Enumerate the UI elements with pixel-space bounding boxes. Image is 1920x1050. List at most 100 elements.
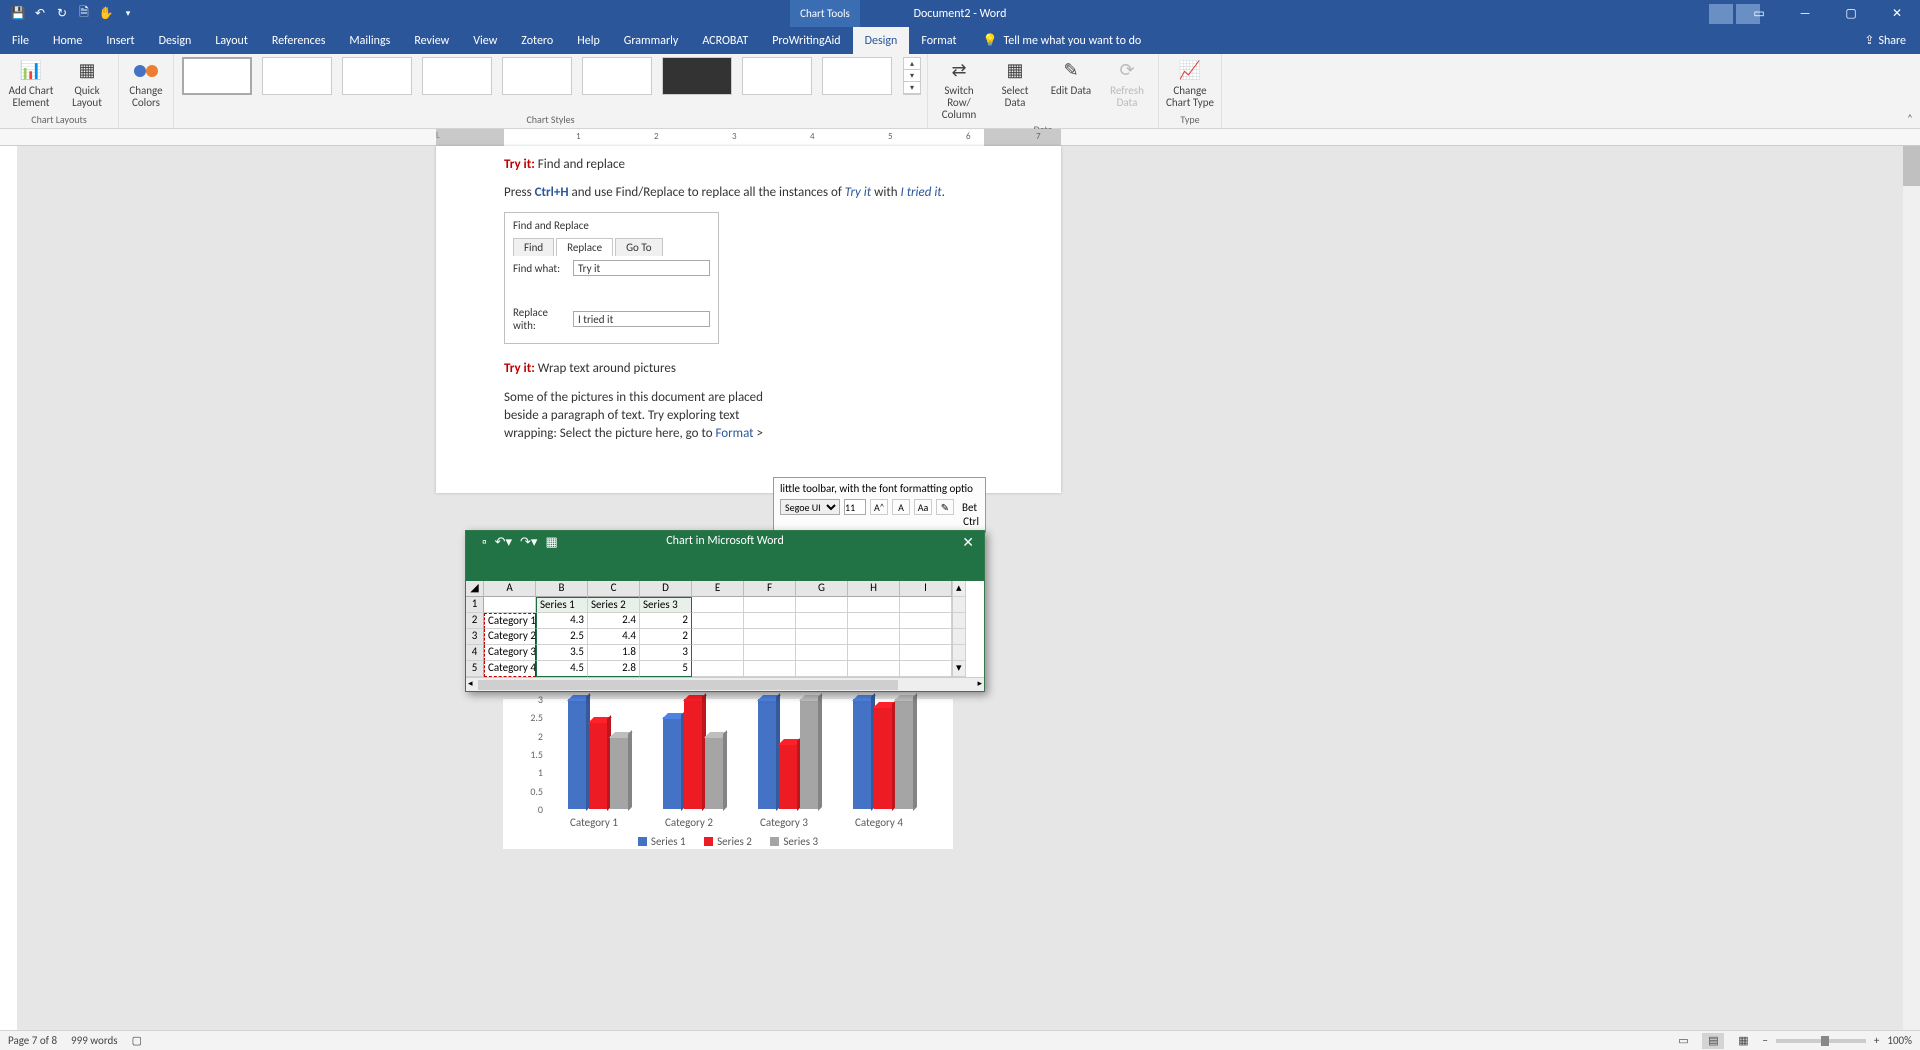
excel-grid[interactable]: ◢ABCDEFGHI▴1Series 1Series 2Series 32Cat… — [466, 581, 984, 677]
try-it-heading: Try it: — [504, 361, 535, 376]
tab-layout[interactable]: Layout — [203, 27, 260, 54]
select-data-button[interactable]: ▦Select Data — [990, 57, 1040, 109]
page-count[interactable]: Page 7 of 8 — [8, 1034, 57, 1047]
ribbon-options-icon[interactable]: ▭ — [1736, 0, 1782, 27]
excel-redo-icon[interactable]: ↷▾ — [520, 535, 537, 550]
quick-access-toolbar: 💾 ↶ ↻ 🗎 ✋ ▾ — [0, 6, 136, 22]
quick-layout-button[interactable]: ▦ Quick Layout — [62, 57, 112, 109]
document-area: L 1 2 3 4 5 6 7 Try it: Find and replace… — [0, 129, 1920, 1030]
chart-style-7[interactable] — [662, 57, 732, 95]
redo-icon[interactable]: ↻ — [54, 6, 70, 22]
tab-insert[interactable]: Insert — [94, 27, 146, 54]
chart-type-icon: 📈 — [1178, 59, 1202, 83]
tab-mailings[interactable]: Mailings — [337, 27, 402, 54]
tab-chartformat[interactable]: Format — [909, 27, 968, 54]
add-chart-element-button[interactable]: 📊 Add Chart Element — [6, 57, 56, 109]
excel-title: Chart in Microsoft Word — [666, 534, 784, 548]
ribbon: 📊 Add Chart Element ▦ Quick Layout Chart… — [0, 54, 1920, 129]
tab-help[interactable]: Help — [565, 27, 612, 54]
tab-home[interactable]: Home — [41, 27, 94, 54]
chart-style-6[interactable] — [582, 57, 652, 95]
heading-text: Wrap text around pictures — [535, 361, 676, 376]
refresh-icon: ⟳ — [1115, 59, 1139, 83]
quick-layout-icon: ▦ — [75, 59, 99, 83]
spelling-icon[interactable]: ▢ — [132, 1034, 142, 1047]
chart-style-5[interactable] — [502, 57, 572, 95]
tab-prowritingaid[interactable]: ProWritingAid — [760, 27, 852, 54]
save-icon[interactable]: 💾 — [10, 6, 26, 22]
page[interactable]: Try it: Find and replace Press Ctrl+H an… — [436, 146, 1061, 493]
change-chart-type-button[interactable]: 📈Change Chart Type — [1165, 57, 1215, 109]
horizontal-ruler[interactable]: L 1 2 3 4 5 6 7 — [0, 129, 1920, 146]
switch-icon: ⇄ — [947, 59, 971, 83]
qat-dropdown-icon[interactable]: ▾ — [120, 6, 136, 22]
touchmode-icon[interactable]: ✋ — [98, 6, 114, 22]
chart-tools-contextual-tab: Chart Tools — [790, 0, 860, 27]
tab-design[interactable]: Design — [147, 27, 204, 54]
change-colors-button[interactable]: Change Colors — [125, 57, 167, 109]
chart-style-1[interactable] — [182, 57, 252, 95]
chart-style-4[interactable] — [422, 57, 492, 95]
print-layout-icon[interactable]: ▤ — [1702, 1033, 1724, 1049]
document-vscrollbar[interactable] — [1903, 146, 1920, 1030]
excel-datasheet-window: ▫ ↶▾ ↷▾ ▦ Chart in Microsoft Word ✕ ◢ABC… — [465, 530, 985, 692]
excel-undo-icon[interactable]: ↶▾ — [495, 535, 512, 550]
excel-editdata-icon[interactable]: ▦ — [545, 535, 557, 550]
group-chart-layouts: 📊 Add Chart Element ▦ Quick Layout Chart… — [0, 54, 119, 128]
zoom-in-button[interactable]: + — [1874, 1034, 1879, 1047]
refresh-data-button: ⟳Refresh Data — [1102, 57, 1152, 109]
collapse-ribbon-icon[interactable]: ˄ — [1900, 54, 1920, 128]
excel-hscroll[interactable]: ◂ ▸ — [466, 677, 984, 691]
chart-style-2[interactable] — [262, 57, 332, 95]
paragraph: Some of the pictures in this document ar… — [504, 389, 764, 444]
styles-scroll[interactable]: ▴▾▾ — [903, 57, 921, 95]
chart-style-9[interactable] — [822, 57, 892, 95]
share-label: Share — [1878, 34, 1906, 48]
zoom-slider[interactable] — [1776, 1039, 1866, 1043]
tab-chartdesign[interactable]: Design — [853, 27, 910, 54]
tab-view[interactable]: View — [461, 27, 509, 54]
minimize-button[interactable]: — — [1782, 0, 1828, 27]
close-button[interactable]: ✕ — [1874, 0, 1920, 27]
edit-data-button[interactable]: ✎Edit Data — [1046, 57, 1096, 97]
zoom-out-button[interactable]: − — [1762, 1034, 1767, 1047]
heading-text: Find and replace — [535, 157, 625, 172]
zoom-level[interactable]: 100% — [1887, 1034, 1912, 1047]
tab-acrobat[interactable]: ACROBAT — [690, 27, 760, 54]
colors-icon — [134, 59, 158, 83]
group-chart-styles: ▴▾▾ Chart Styles — [174, 54, 928, 128]
tell-me[interactable]: 💡 Tell me what you want to do — [968, 27, 1141, 54]
newdoc-icon[interactable]: 🗎 — [76, 6, 92, 22]
window-controls: ▭ — ▢ ✕ — [1736, 0, 1920, 27]
group-change-colors: Change Colors — [119, 54, 174, 128]
format-painter-icon: ✎ — [936, 499, 954, 515]
find-replace-screenshot: Find and Replace Find Replace Go To Find… — [504, 212, 719, 344]
chart-style-8[interactable] — [742, 57, 812, 95]
tab-review[interactable]: Review — [402, 27, 461, 54]
tab-zotero[interactable]: Zotero — [509, 27, 565, 54]
group-data: ⇄Switch Row/ Column ▦Select Data ✎Edit D… — [928, 54, 1159, 128]
web-layout-icon[interactable]: ▦ — [1732, 1033, 1754, 1049]
mini-toolbar-callout: little toolbar, with the font formatting… — [773, 477, 986, 533]
change-case-icon: Aa — [914, 499, 932, 515]
switch-row-column-button[interactable]: ⇄Switch Row/ Column — [934, 57, 984, 121]
word-count[interactable]: 999 words — [71, 1034, 118, 1047]
excel-close-button[interactable]: ✕ — [962, 534, 974, 551]
vertical-ruler[interactable] — [0, 146, 17, 1030]
chart-legend: Series 1 Series 2 Series 3 — [503, 835, 953, 849]
undo-icon[interactable]: ↶ — [32, 6, 48, 22]
group-label: Chart Styles — [180, 111, 921, 128]
share-button[interactable]: ⇪ Share — [1864, 27, 1920, 54]
tab-file[interactable]: File — [0, 27, 41, 54]
tab-grammarly[interactable]: Grammarly — [612, 27, 691, 54]
decrease-font-icon: A — [892, 499, 910, 515]
tab-references[interactable]: References — [260, 27, 338, 54]
ribbon-tabs: File Home Insert Design Layout Reference… — [0, 27, 1920, 54]
excel-save-icon[interactable]: ▫ — [482, 535, 487, 550]
increase-font-icon: A^ — [870, 499, 888, 515]
read-mode-icon[interactable]: ▭ — [1672, 1033, 1694, 1049]
chart-object[interactable]: Series 1 Series 2 Series 3 00.511.522.53… — [503, 699, 953, 849]
maximize-button[interactable]: ▢ — [1828, 0, 1874, 27]
select-data-icon: ▦ — [1003, 59, 1027, 83]
chart-style-3[interactable] — [342, 57, 412, 95]
